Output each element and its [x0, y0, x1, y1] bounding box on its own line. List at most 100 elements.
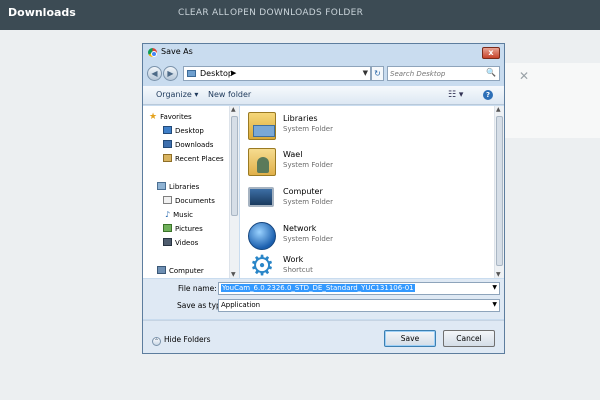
computer-icon [248, 187, 274, 207]
nav-label: Desktop [175, 127, 204, 135]
nav-item-pictures[interactable]: Pictures [163, 224, 203, 233]
hide-folders-label: Hide Folders [164, 335, 211, 344]
user-folder-icon [248, 148, 276, 176]
clear-all-button[interactable]: CLEAR ALL [178, 8, 229, 18]
file-item-work[interactable]: ⚙ Work Shortcut [248, 249, 478, 279]
file-name: Work [283, 255, 304, 264]
file-name-input[interactable]: YouCam_6.0.2326.0_STD_DE_Standard_YUC131… [218, 282, 500, 295]
recent-places-icon [163, 154, 172, 162]
navigation-pane: ★ Favorites Desktop Downloads Recent Plac… [143, 106, 239, 278]
search-icon[interactable]: 🔍 [486, 68, 496, 77]
file-item-network[interactable]: Network System Folder [248, 222, 478, 252]
file-type: System Folder [283, 198, 333, 206]
downloads-icon [163, 140, 172, 148]
organize-button[interactable]: Organize ▾ [156, 90, 198, 99]
save-type-value: Application [221, 301, 261, 309]
nav-item-videos[interactable]: Videos [163, 238, 198, 247]
file-type: System Folder [283, 235, 333, 243]
desktop-icon [163, 126, 172, 134]
address-dropdown-icon[interactable]: ▼ [363, 69, 368, 77]
nav-item-downloads[interactable]: Downloads [163, 140, 213, 149]
pictures-icon [163, 224, 172, 232]
downloads-header: Downloads CLEAR ALL OPEN DOWNLOADS FOLDE… [0, 0, 600, 30]
close-icon[interactable]: ✕ [519, 69, 529, 83]
nav-item-music[interactable]: ♪ Music [165, 210, 193, 219]
file-name-value[interactable]: YouCam_6.0.2326.0_STD_DE_Standard_YUC131… [221, 284, 415, 292]
address-bar-row: ◀ ▶ Desktop ▶ ▼ ↻ 🔍 [143, 63, 504, 85]
nav-item-documents[interactable]: Documents [163, 196, 215, 205]
file-list: Libraries System Folder Wael System Fold… [240, 106, 504, 278]
computer-icon [157, 266, 166, 274]
file-list-scrollbar[interactable]: ▲ ▼ [494, 106, 504, 278]
file-item-libraries[interactable]: Libraries System Folder [248, 112, 478, 142]
documents-icon [163, 196, 172, 204]
file-type: System Folder [283, 161, 333, 169]
videos-icon [163, 238, 172, 246]
hide-folders-button[interactable]: ⌃ Hide Folders [152, 335, 211, 346]
forward-button[interactable]: ▶ [163, 66, 178, 81]
page-title: Downloads [8, 6, 76, 19]
file-name-dropdown-icon[interactable]: ▼ [492, 284, 497, 291]
nav-label: Documents [175, 197, 215, 205]
dialog-close-button[interactable]: x [482, 47, 500, 59]
file-name: Network [283, 224, 317, 233]
download-card [503, 63, 600, 138]
scroll-up-icon[interactable]: ▲ [231, 106, 236, 113]
chrome-icon [148, 48, 157, 57]
nav-label: Pictures [175, 225, 203, 233]
nav-pane-scrollbar[interactable]: ▲ ▼ [229, 106, 239, 278]
file-type: System Folder [283, 125, 333, 133]
star-icon: ★ [149, 112, 158, 122]
dialog-title: Save As [161, 47, 193, 56]
breadcrumb-arrow-icon[interactable]: ▶ [231, 69, 236, 77]
libraries-folder-icon [248, 112, 276, 140]
refresh-button[interactable]: ↻ [371, 66, 384, 81]
scroll-thumb[interactable] [496, 116, 503, 266]
nav-item-favorites[interactable]: ★ Favorites [149, 112, 192, 122]
nav-item-computer[interactable]: Computer [157, 266, 204, 275]
file-name-label: File name: [178, 284, 217, 293]
nav-item-libraries[interactable]: Libraries [157, 182, 199, 191]
dialog-footer: ⌃ Hide Folders Save Cancel [143, 320, 504, 353]
nav-item-desktop[interactable]: Desktop [163, 126, 204, 135]
nav-label: Music [173, 211, 194, 219]
cancel-button[interactable]: Cancel [443, 330, 495, 347]
network-icon [248, 222, 276, 250]
file-name: Computer [283, 187, 323, 196]
scroll-down-icon[interactable]: ▼ [231, 271, 236, 278]
open-downloads-folder-button[interactable]: OPEN DOWNLOADS FOLDER [230, 8, 363, 18]
nav-label: Recent Places [175, 155, 224, 163]
nav-label: Downloads [175, 141, 214, 149]
search-box[interactable]: 🔍 [387, 66, 500, 81]
file-type: Shortcut [283, 266, 313, 274]
save-type-dropdown-icon[interactable]: ▼ [492, 301, 497, 308]
nav-item-recent-places[interactable]: Recent Places [163, 154, 224, 163]
back-button[interactable]: ◀ [147, 66, 162, 81]
file-item-computer[interactable]: Computer System Folder [248, 185, 478, 215]
command-toolbar: Organize ▾ New folder ☷ ▾ ? [143, 86, 504, 105]
address-location[interactable]: Desktop [200, 69, 233, 78]
dialog-titlebar[interactable]: Save As x [143, 44, 504, 62]
nav-label: Computer [169, 267, 204, 275]
save-button[interactable]: Save [384, 330, 436, 347]
file-name: Wael [283, 150, 303, 159]
file-item-wael[interactable]: Wael System Folder [248, 148, 478, 178]
scroll-up-icon[interactable]: ▲ [496, 106, 501, 113]
help-icon[interactable]: ? [483, 90, 493, 100]
libraries-icon [157, 182, 166, 190]
search-input[interactable] [390, 68, 485, 79]
new-folder-button[interactable]: New folder [208, 90, 251, 99]
scroll-down-icon[interactable]: ▼ [496, 271, 501, 278]
address-bar[interactable]: Desktop ▶ ▼ [183, 66, 371, 81]
nav-label: Videos [175, 239, 199, 247]
gear-icon: ⚙ [249, 249, 275, 279]
nav-label: Favorites [160, 113, 192, 121]
nav-label: Libraries [169, 183, 200, 191]
chevron-up-icon: ⌃ [152, 337, 161, 346]
file-name: Libraries [283, 114, 318, 123]
save-as-dialog: Save As x ◀ ▶ Desktop ▶ ▼ ↻ 🔍 Organize ▾… [142, 43, 505, 354]
save-type-select[interactable]: Application ▼ [218, 299, 500, 312]
scroll-thumb[interactable] [231, 116, 238, 216]
save-form: File name: YouCam_6.0.2326.0_STD_DE_Stan… [143, 279, 504, 319]
view-options-icon[interactable]: ☷ ▾ [448, 90, 463, 100]
